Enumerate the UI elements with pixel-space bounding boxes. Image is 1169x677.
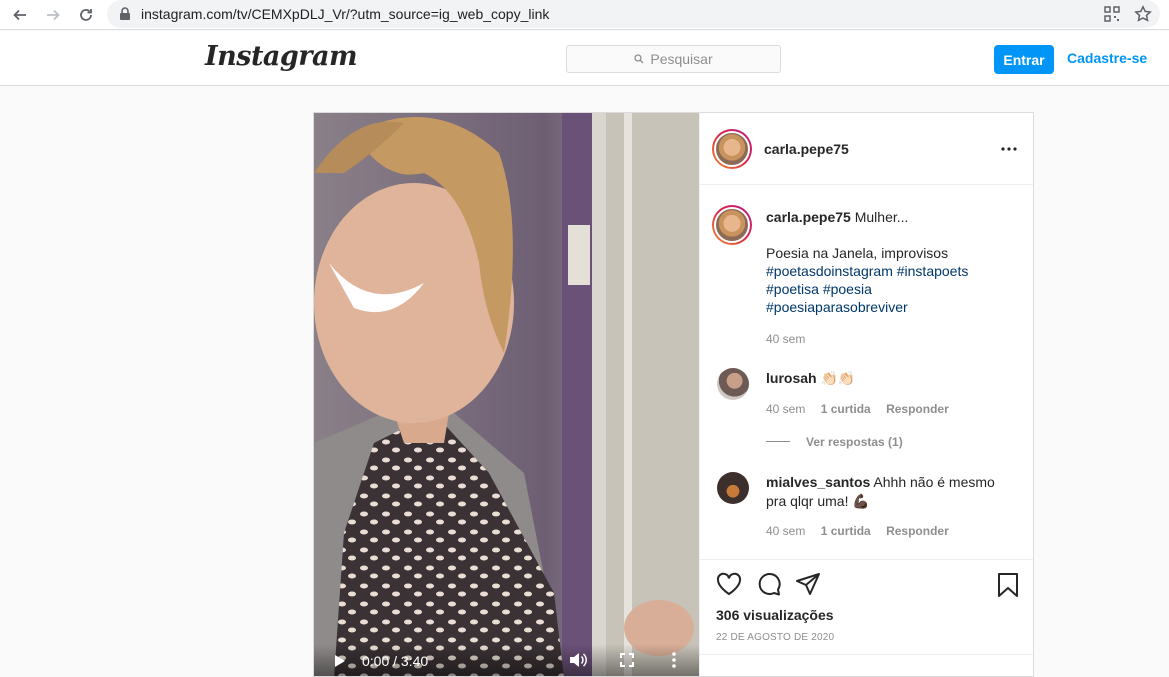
caption-hashtags-1[interactable]: #poetasdoinstagram #instapoets [766, 262, 968, 280]
comment-username[interactable]: mialves_santos [766, 474, 870, 490]
add-comment-area [700, 654, 1033, 676]
comment-likes[interactable]: 1 curtida [821, 524, 871, 538]
address-bar[interactable]: instagram.com/tv/CEMXpDLJ_Vr/?utm_source… [107, 0, 1160, 28]
login-button[interactable]: Entrar [994, 45, 1054, 74]
comment-likes[interactable]: 1 curtida [821, 402, 871, 416]
url-text: instagram.com/tv/CEMXpDLJ_Vr/?utm_source… [141, 6, 550, 22]
video-frame [314, 113, 699, 676]
arrow-left-icon [13, 9, 26, 21]
share-icon[interactable] [795, 572, 821, 596]
video-player[interactable]: 0:00 / 3:40 [314, 113, 699, 676]
caption-hashtags-2[interactable]: #poetisa #poesia [766, 280, 872, 298]
instagram-header: Instagram Pesquisar Entrar Cadastre-se [0, 31, 1169, 86]
save-bookmark-icon[interactable] [996, 572, 1020, 598]
caption-hashtags-3[interactable]: #poesiaparasobreviver [766, 298, 908, 316]
browser-toolbar: instagram.com/tv/CEMXpDLJ_Vr/?utm_source… [0, 0, 1169, 30]
instagram-logo[interactable]: Instagram [205, 41, 358, 72]
qr-code-icon[interactable] [1103, 5, 1121, 23]
forward-button[interactable] [41, 3, 65, 27]
heart-icon[interactable] [716, 572, 742, 596]
comment-age: 40 sem [766, 524, 806, 538]
comment-avatar[interactable] [717, 472, 749, 504]
search-input[interactable]: Pesquisar [566, 45, 781, 73]
caption-age: 40 sem [766, 332, 806, 346]
comment-reply-button[interactable]: Responder [886, 524, 949, 538]
search-icon [634, 54, 644, 64]
post-actions: 306 visualizações 22 DE AGOSTO DE 2020 [700, 559, 1033, 655]
comment-1: lurosah 👏🏻👏🏻 [766, 369, 1006, 388]
post-username[interactable]: carla.pepe75 [764, 141, 849, 157]
caption-first-text: Mulher... [854, 209, 909, 225]
more-options-icon[interactable] [671, 652, 677, 668]
reload-button[interactable] [74, 3, 98, 27]
lock-icon [120, 7, 130, 20]
caption-username[interactable]: carla.pepe75 [766, 209, 851, 225]
fullscreen-icon[interactable] [620, 653, 634, 667]
comment-reply-button[interactable]: Responder [886, 402, 949, 416]
reply-divider [766, 441, 790, 442]
post-sidebar: carla.pepe75 carla.pepe75 Mulher... Poes… [699, 113, 1033, 676]
search-placeholder: Pesquisar [650, 51, 713, 67]
video-time: 0:00 / 3:40 [362, 653, 429, 669]
view-count[interactable]: 306 visualizações [716, 607, 834, 623]
signup-link[interactable]: Cadastre-se [1067, 50, 1147, 66]
comment-avatar[interactable] [717, 368, 749, 400]
post-date: 22 DE AGOSTO DE 2020 [716, 632, 835, 643]
avatar[interactable] [712, 129, 752, 169]
view-replies-button[interactable]: Ver respostas (1) [806, 435, 903, 449]
more-options-icon[interactable] [1001, 147, 1017, 151]
reload-icon [80, 9, 92, 21]
post-header: carla.pepe75 [700, 113, 1033, 185]
comment-text: 👏🏻👏🏻 [820, 370, 856, 386]
igtv-post: 0:00 / 3:40 carla.pepe75 carla.pepe75 Mu… [313, 112, 1034, 677]
comment-meta: 40 sem 1 curtida Responder [766, 402, 949, 416]
arrow-right-icon [47, 9, 60, 21]
play-icon[interactable] [334, 654, 346, 668]
video-controls: 0:00 / 3:40 [314, 644, 699, 676]
comment-age: 40 sem [766, 402, 806, 416]
comment-username[interactable]: lurosah [766, 370, 817, 386]
caption-avatar[interactable] [712, 205, 752, 245]
comment-2: mialves_santos Ahhh não é mesmo pra qlqr… [766, 473, 1006, 511]
bookmark-star-icon[interactable] [1134, 5, 1152, 23]
comment-icon[interactable] [756, 572, 782, 596]
caption-text: Poesia na Janela, improvisos [766, 245, 949, 261]
comment-meta: 40 sem 1 curtida Responder [766, 524, 949, 538]
back-button[interactable] [8, 3, 32, 27]
caption-first-line: carla.pepe75 Mulher... [766, 208, 908, 226]
volume-icon[interactable] [569, 652, 587, 668]
